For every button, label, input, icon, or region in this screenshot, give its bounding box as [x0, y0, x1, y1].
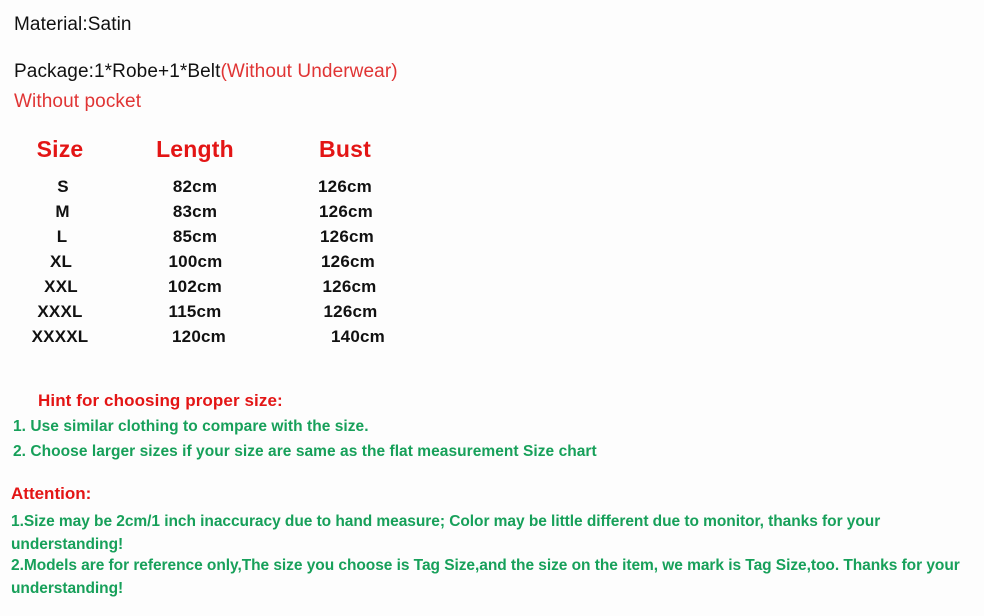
cell-length: 82cm: [172, 176, 218, 196]
cell-length: 100cm: [168, 251, 223, 271]
cell-size: XXL: [44, 276, 78, 296]
cell-length: 102cm: [168, 276, 222, 296]
hint-heading: Hint for choosing proper size:: [38, 391, 283, 410]
column-header-bust: Bust: [319, 136, 371, 162]
cell-size: M: [55, 201, 70, 221]
cell-length: 85cm: [172, 226, 218, 246]
size-chart-page: Material:Satin Package:1*Robe+1*Belt(Wit…: [0, 0, 984, 616]
table-row: M 83cm 126cm: [0, 199, 420, 224]
table-row: XL 100cm 126cm: [0, 249, 420, 274]
package-contents: Package:1*Robe+1*Belt: [14, 61, 221, 82]
cell-bust: 126cm: [321, 251, 375, 271]
table-row: L 85cm 126cm: [0, 224, 420, 249]
cell-bust: 126cm: [322, 276, 377, 296]
cell-size: L: [56, 226, 68, 246]
cell-length: 83cm: [172, 201, 218, 221]
attention-item-1: 1.Size may be 2cm/1 inch inaccuracy due …: [11, 513, 881, 553]
column-header-length: Length: [156, 136, 234, 162]
table-row: XXXL 115cm 126cm: [0, 299, 420, 324]
cell-bust: 126cm: [318, 176, 372, 196]
size-chart-table: Size Length Bust S 82cm 126cm M 83cm 126…: [0, 136, 420, 349]
table-header-row: Size Length Bust: [0, 136, 420, 174]
hint-item-1: 1. Use similar clothing to compare with …: [13, 418, 369, 435]
cell-length: 115cm: [168, 301, 222, 321]
attention-item-2: 2.Models are for reference only,The size…: [11, 557, 960, 597]
cell-bust: 126cm: [319, 201, 373, 221]
package-exclusion-note: (Without Underwear): [220, 61, 398, 82]
table-row: XXXXL 120cm 140cm: [0, 324, 420, 349]
cell-size: XXXL: [37, 301, 83, 321]
cell-length: 120cm: [172, 326, 226, 346]
cell-bust: 126cm: [320, 226, 374, 246]
cell-bust: 126cm: [323, 301, 378, 321]
package-line: Package:1*Robe+1*Belt(Without Underwear): [14, 61, 398, 83]
pocket-note: Without pocket: [14, 91, 142, 112]
cell-bust: 140cm: [331, 326, 385, 346]
hint-item-2: 2. Choose larger sizes if your size are …: [13, 443, 597, 460]
table-row: XXL 102cm 126cm: [0, 274, 420, 299]
attention-heading: Attention:: [11, 484, 92, 503]
table-row: S 82cm 126cm: [0, 174, 420, 199]
cell-size: XL: [49, 251, 73, 271]
cell-size: XXXXL: [31, 326, 89, 346]
cell-size: S: [57, 176, 69, 196]
material-line: Material:Satin: [14, 14, 132, 35]
column-header-size: Size: [36, 136, 84, 162]
